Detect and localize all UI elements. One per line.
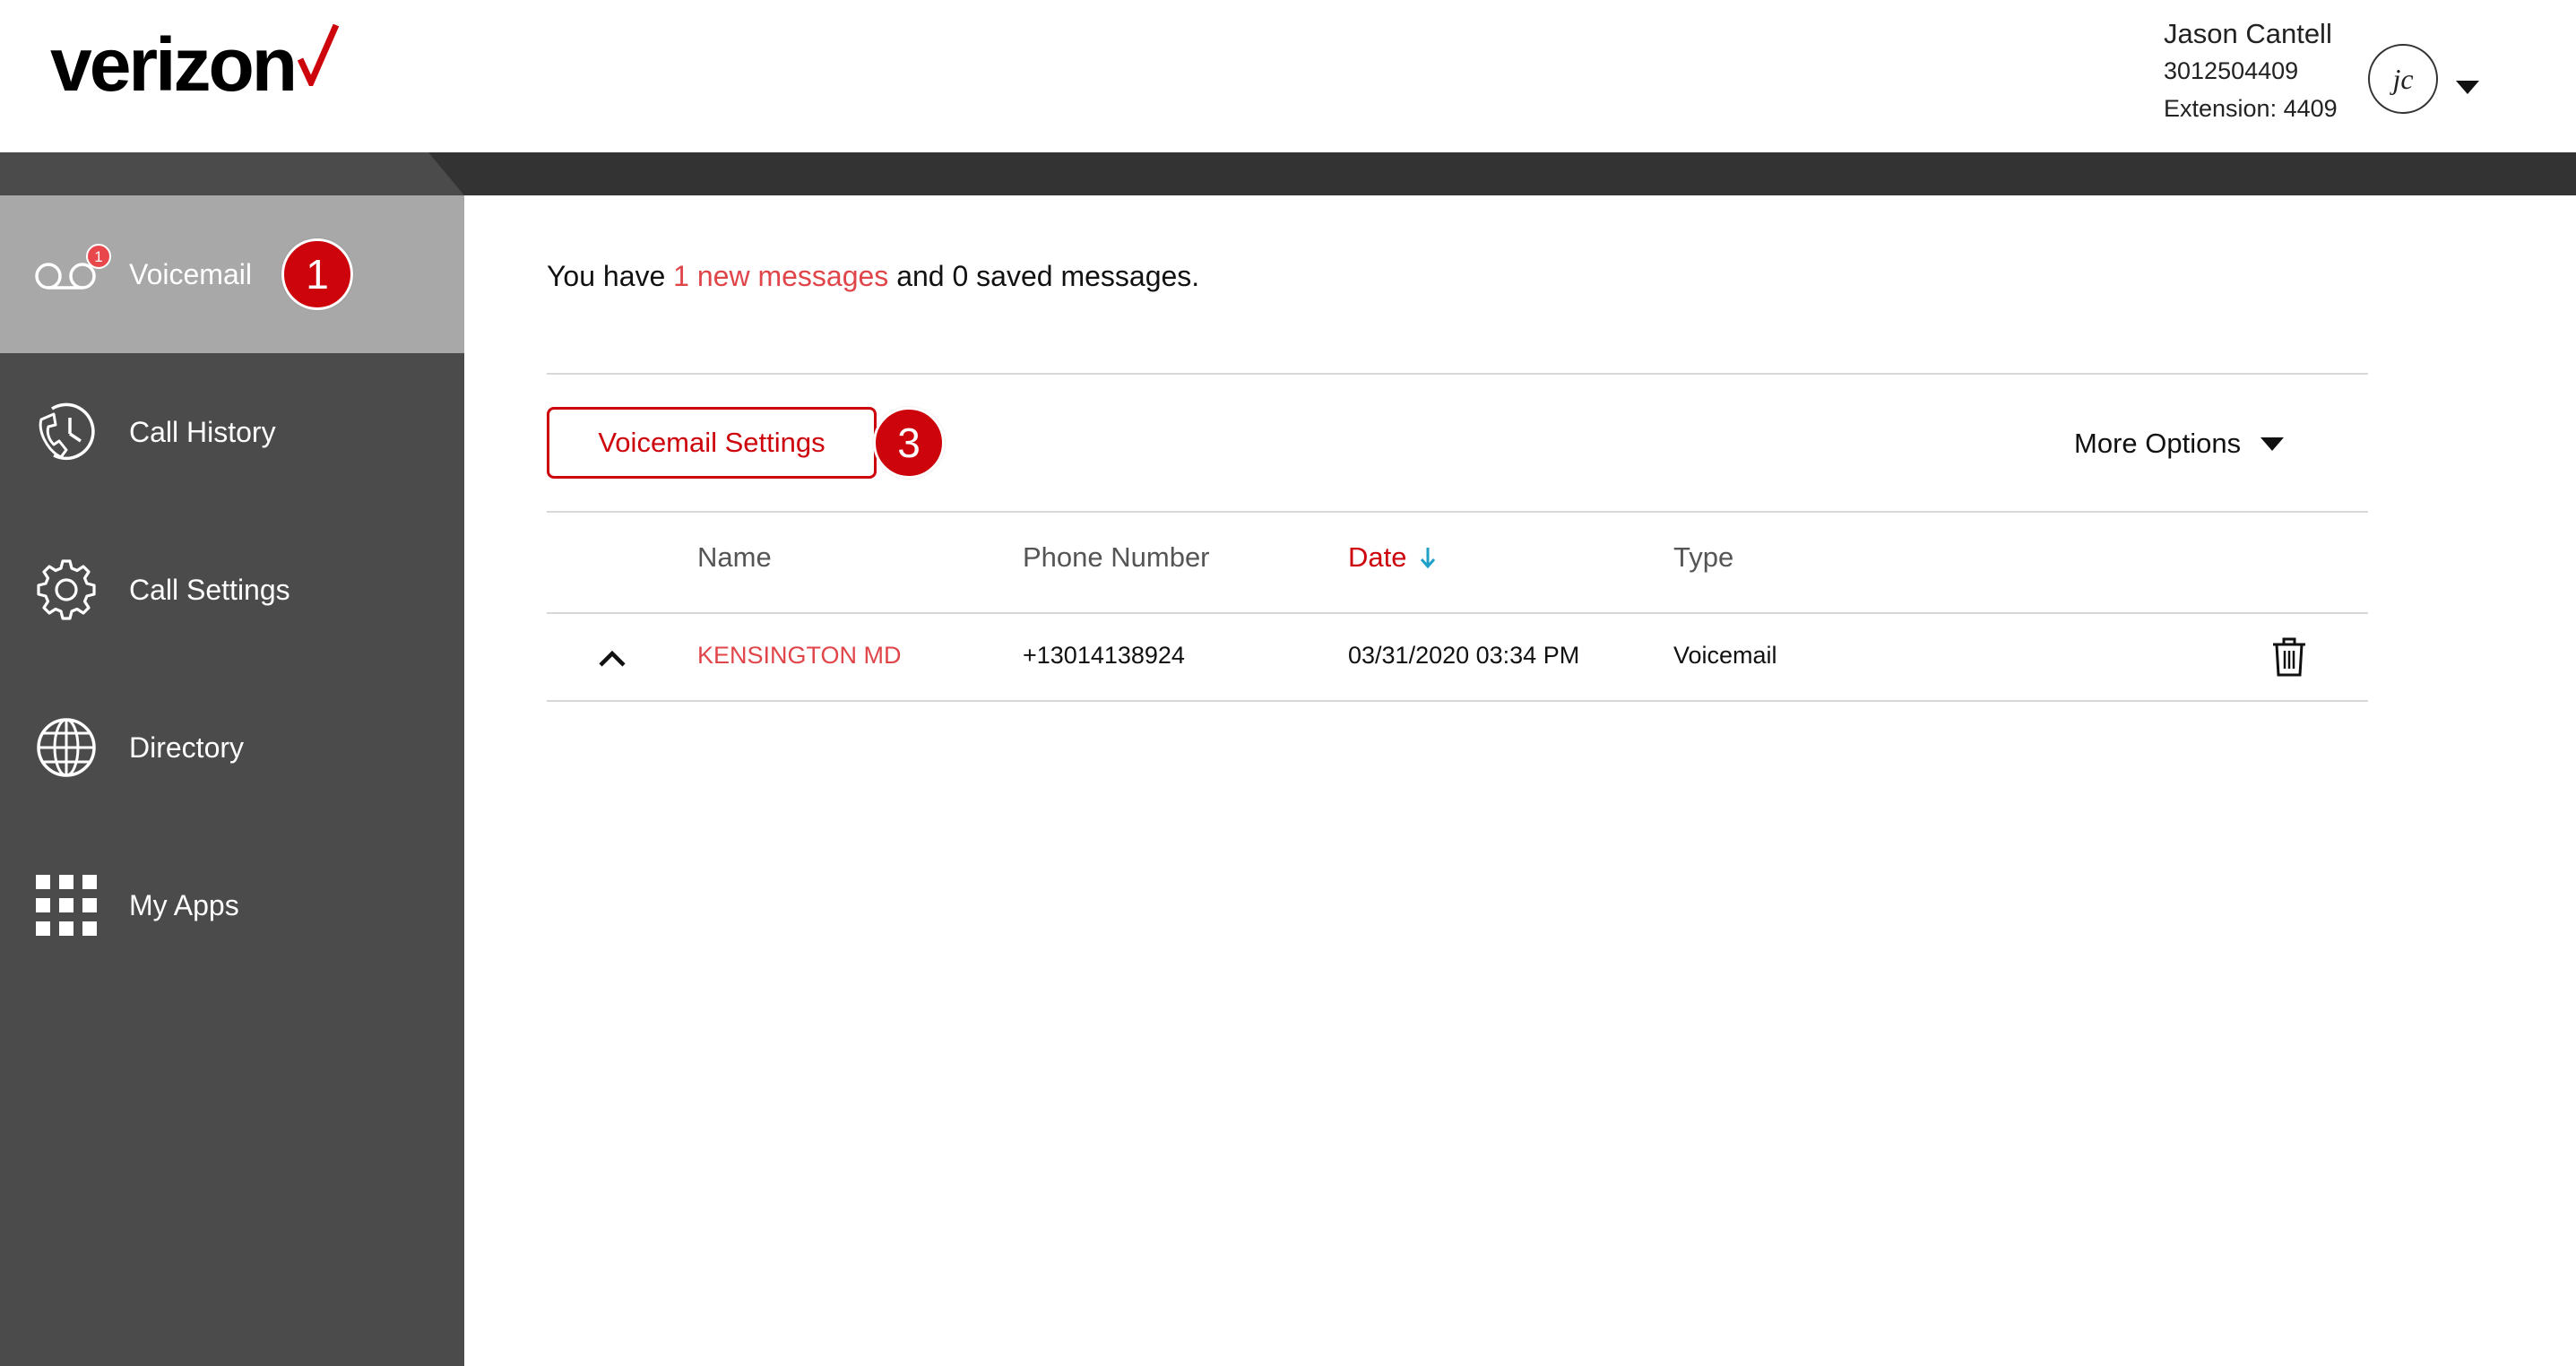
user-extension: Extension: 4409 [2164,95,2338,122]
column-header-type[interactable]: Type [1673,541,1733,574]
sidebar-item-label: Call History [129,415,276,448]
column-header-phone[interactable]: Phone Number [1023,541,1210,574]
column-header-name[interactable]: Name [697,541,772,574]
summary-prefix: You have [547,260,674,292]
table-row-divider [547,700,2368,702]
row-phone-number: +13014138924 [1023,642,1185,669]
toolbar-divider [547,511,2368,513]
verizon-logo[interactable]: verizon [50,22,340,107]
chevron-down-icon [2260,437,2285,451]
user-name: Jason Cantell [2164,18,2332,49]
more-options-label: More Options [2074,428,2242,459]
globe-icon [34,715,99,780]
section-divider [547,373,2368,375]
voicemail-settings-button[interactable]: Voicemail Settings [547,407,877,479]
logo-wordmark: verizon [50,22,298,107]
row-type: Voicemail [1673,642,1777,669]
message-summary: You have 1 new messages and 0 saved mess… [547,260,1199,293]
user-info: Jason Cantell 3012504409 Extension: 4409 [2164,16,2338,127]
row-date: 03/31/2020 03:34 PM [1348,642,1580,669]
sidebar-tab-shape [0,152,464,195]
more-options-dropdown[interactable]: More Options [2074,423,2285,464]
logo-checkmark-icon [297,23,340,86]
trash-icon[interactable] [2271,636,2307,678]
sidebar: 1 Voicemail 1 Call History Call Settings [0,195,464,1366]
user-menu-caret-icon[interactable] [2456,81,2479,94]
user-phone-number: 3012504409 [2164,57,2299,84]
row-name[interactable]: KENSINGTON MD [697,642,902,670]
sidebar-item-my-apps[interactable]: My Apps [0,826,464,984]
app-header: verizon Jason Cantell 3012504409 Extensi… [0,0,2576,152]
callout-badge-3: 3 [873,407,945,479]
app-grid-icon [34,873,99,938]
call-history-icon [34,400,99,464]
new-messages-link[interactable]: 1 new messages [673,260,888,292]
column-header-date[interactable]: Date [1348,541,1437,574]
sidebar-item-label: Call Settings [129,573,290,606]
sidebar-item-label: My Apps [129,888,239,921]
chevron-up-icon[interactable] [595,645,629,670]
sidebar-item-call-settings[interactable]: Call Settings [0,511,464,669]
table-header-divider [547,612,2368,614]
sidebar-item-label: Directory [129,731,245,764]
avatar[interactable]: jc [2368,44,2438,114]
summary-suffix: and 0 saved messages. [888,260,1200,292]
voicemail-count-badge: 1 [86,244,111,269]
sidebar-item-directory[interactable]: Directory [0,669,464,826]
gear-icon [34,558,99,622]
sidebar-item-label: Voicemail [129,257,252,290]
sidebar-item-voicemail[interactable]: 1 Voicemail 1 [0,195,464,353]
column-header-date-label: Date [1348,541,1407,573]
sort-descending-icon [1421,548,1436,569]
sidebar-item-call-history[interactable]: Call History [0,353,464,511]
callout-badge-1: 1 [281,238,353,310]
